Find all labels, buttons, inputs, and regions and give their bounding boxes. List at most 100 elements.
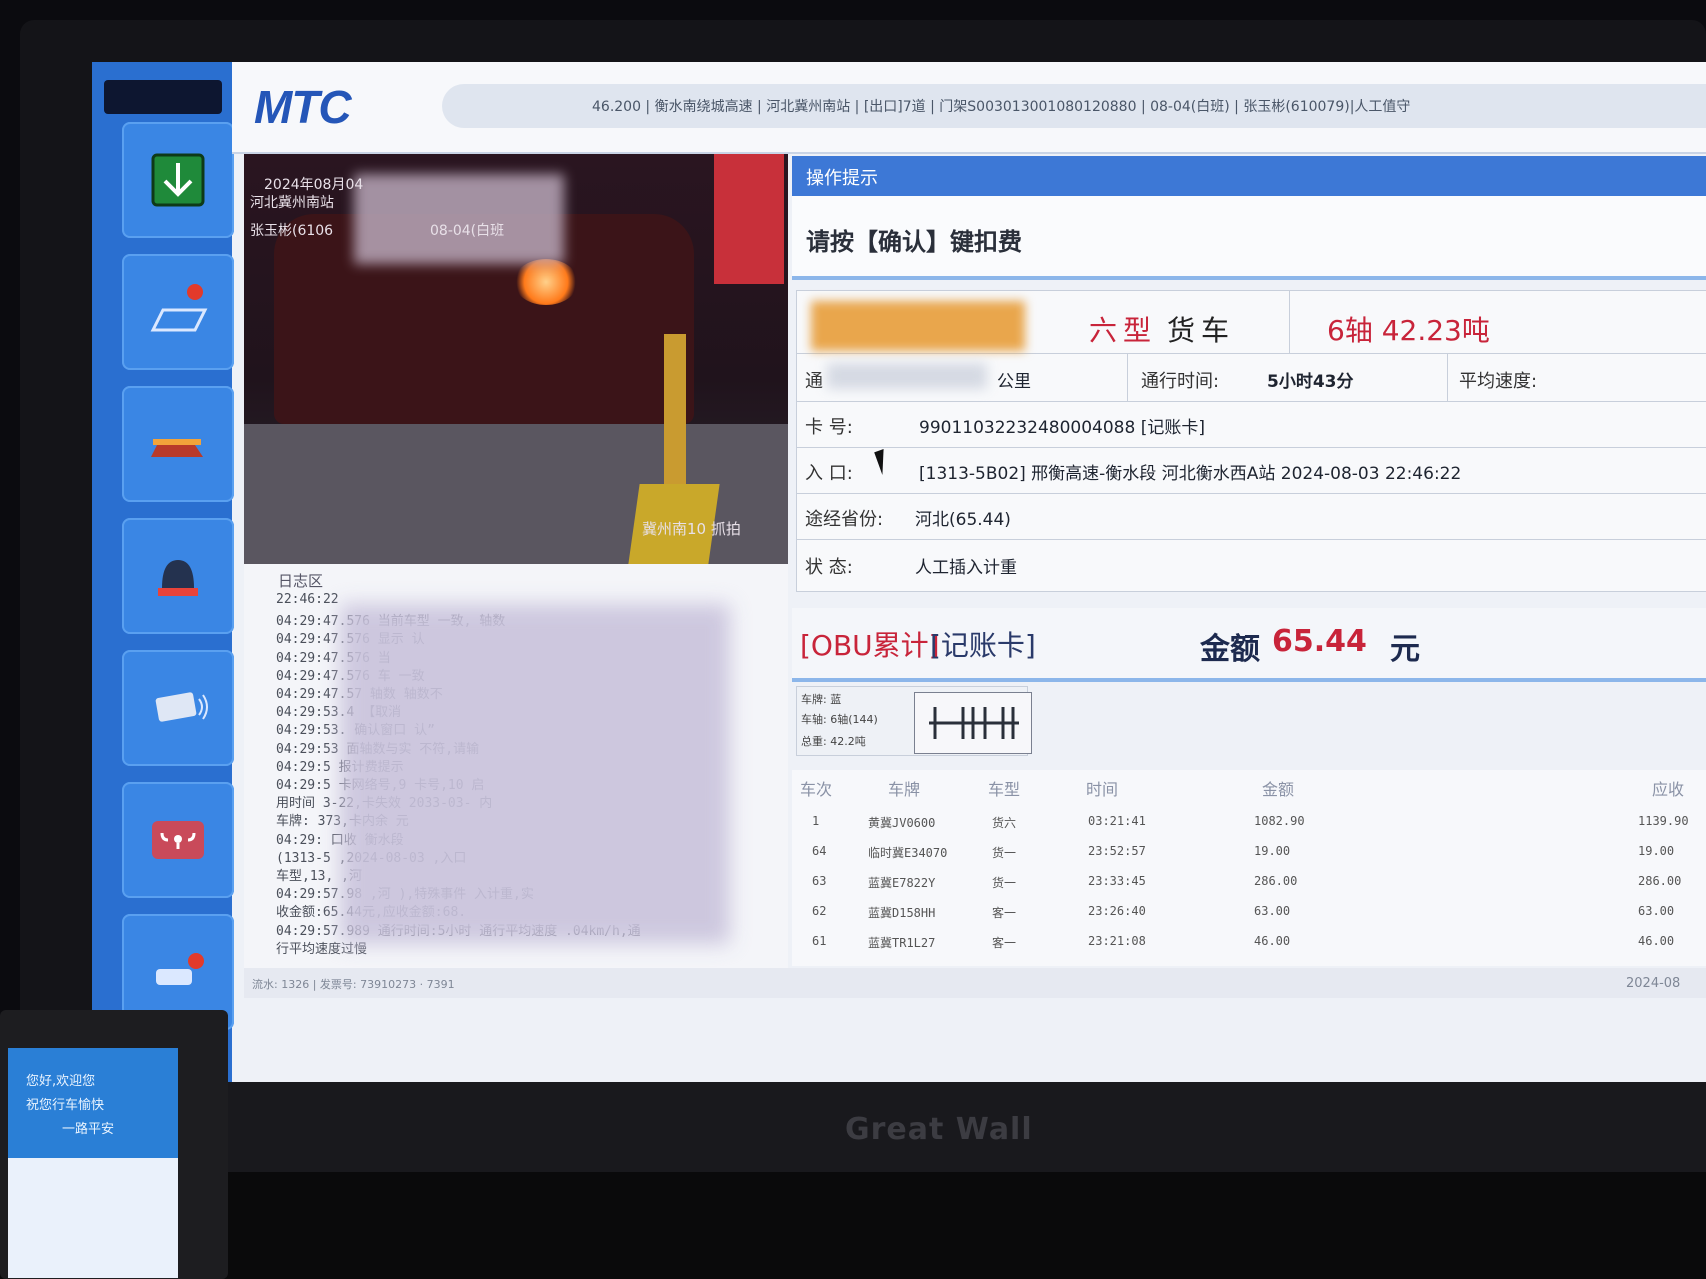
table-cell: 蓝冀E7822Y	[868, 876, 936, 890]
sidebar	[92, 62, 234, 1082]
table-cell: 临时冀E34070	[868, 846, 948, 860]
overlay-station: 河北冀州南站	[250, 195, 334, 211]
vehicle-info-grid: 六型 货车 6轴 42.23吨 通 公里 通行时间: 5小时43分 平均速度: …	[796, 290, 1706, 592]
camera-snapshot: 2024年08月04 河北冀州南站 张玉彬(6106 08-04(白班 冀州南1…	[244, 154, 788, 564]
log-title: 日志区	[278, 572, 324, 590]
overlay-shift: 08-04(白班	[430, 223, 505, 239]
table-cell: 63.00	[1638, 904, 1675, 918]
col-header-due: 应收	[1652, 780, 1685, 799]
table-cell: 1082.90	[1254, 814, 1305, 828]
phone-line-2: 祝您行车愉快	[26, 1098, 105, 1113]
toll-booth-post	[714, 154, 784, 284]
alarm-light-icon	[122, 518, 234, 634]
distance-unit: 公里	[997, 372, 1031, 392]
col-header-time: 时间	[1086, 780, 1119, 799]
table-cell: 286.00	[1638, 874, 1682, 888]
total-weight: 总重: 42.2吨	[801, 735, 866, 748]
phone-line-1: 您好,欢迎您	[26, 1074, 96, 1089]
overlay-date: 2024年08月04	[264, 177, 364, 193]
card-slot-icon	[122, 254, 234, 370]
amount-unit: 元	[1390, 632, 1420, 667]
green-arrow-down-icon	[122, 122, 234, 238]
col-header-plate: 车牌	[888, 780, 921, 799]
table-cell: 货一	[992, 876, 1017, 890]
payment-summary: [OBU累计] [记账卡] 金额 65.44 元	[792, 608, 1706, 682]
table-cell: 1	[812, 814, 820, 828]
footer-date: 2024-08	[1626, 976, 1681, 991]
table-cell: 蓝冀D158HH	[868, 906, 936, 920]
monitor-brand: Great Wall	[845, 1112, 1033, 1147]
phone-device: 您好,欢迎您 祝您行车愉快 一路平安	[0, 1010, 228, 1279]
obu-tag: [OBU累计]	[800, 629, 940, 662]
distance-row: 通 公里 通行时间: 5小时43分 平均速度:	[797, 353, 1706, 402]
op-hint-title: 操作提示	[806, 168, 878, 189]
table-cell: 黄冀JV0600	[868, 816, 936, 830]
entry-label: 入 口:	[805, 463, 853, 484]
privacy-mosaic	[827, 363, 987, 389]
table-cell: 61	[812, 934, 827, 948]
table-cell: 46.00	[1638, 934, 1675, 948]
barrier-gate-icon	[122, 386, 234, 502]
card-reader-button[interactable]	[122, 254, 234, 370]
card-label: 卡 号:	[805, 417, 853, 438]
sidebar-status-bar	[104, 80, 222, 114]
table-cell: 蓝冀TR1L27	[868, 936, 936, 950]
avg-speed-label: 平均速度:	[1459, 371, 1538, 392]
table-cell: 客一	[992, 936, 1017, 950]
contactless-card-icon	[122, 650, 234, 766]
table-cell: 03:21:41	[1088, 814, 1146, 828]
status-row: 状 态: 人工插入计重	[797, 539, 1706, 589]
table-cell: 63.00	[1254, 904, 1291, 918]
vehicle-type: 六型	[1089, 314, 1158, 347]
etc-antenna-button[interactable]	[122, 782, 234, 898]
status-label: 状 态:	[805, 557, 853, 578]
status-value: 人工插入计重	[915, 558, 1017, 578]
province-label: 途经省份:	[805, 509, 884, 530]
phone-screen: 您好,欢迎您 祝您行车愉快 一路平安	[8, 1048, 178, 1278]
table-cell: 63	[812, 874, 827, 888]
card-type-tag: [记账卡]	[930, 629, 1036, 662]
table-cell: 64	[812, 844, 827, 858]
privacy-mosaic	[340, 604, 730, 944]
footer-left: 流水: 1326 | 发票号: 73910273 · 7391	[252, 978, 455, 991]
vehicle-category: 货车	[1167, 314, 1236, 347]
card-row: 卡 号: 99011032232480004088 [记账卡]	[797, 401, 1706, 448]
table-cell: 货一	[992, 846, 1017, 860]
travel-time-label: 通行时间:	[1141, 371, 1220, 392]
table-cell: 46.00	[1254, 934, 1291, 948]
card-pay-button[interactable]	[122, 650, 234, 766]
col-header-type: 车型	[988, 780, 1021, 799]
phone-line-3: 一路平安	[62, 1122, 115, 1137]
travel-time: 5小时43分	[1267, 372, 1354, 392]
barrier-button[interactable]	[122, 386, 234, 502]
transaction-history-table[interactable]: 车次 车牌 车型 时间 金额 应收 1 黄冀JV0600 货六 03:21:41 108…	[792, 770, 1706, 966]
entry-row: 入 口: [1313-5B02] 邢衡高速-衡水段 河北衡水西A站 2024-0…	[797, 447, 1706, 494]
op-hint-message: 请按【确认】键扣费	[806, 228, 1022, 256]
desk	[0, 1172, 1706, 1279]
card-number: 99011032232480004088 [记账卡]	[919, 418, 1205, 438]
province-value: 河北(65.44)	[915, 510, 1011, 530]
lane-status-bar: 46.200 | 衡水南绕城高速 | 河北冀州南站 | [出口]7道 | 门架S…	[442, 84, 1706, 128]
vehicle-type-row: 六型 货车 6轴 42.23吨	[797, 291, 1706, 354]
entry-station: [1313-5B02] 邢衡高速-衡水段 河北衡水西A站 2024-08-03 …	[919, 464, 1462, 484]
table-cell: 23:52:57	[1088, 844, 1146, 858]
table-cell: 19.00	[1254, 844, 1291, 858]
table-cell: 19.00	[1638, 844, 1675, 858]
barrier-pole	[664, 334, 686, 494]
table-cell: 23:33:45	[1088, 874, 1146, 888]
amount-label: 金额	[1200, 632, 1260, 667]
amount-value: 65.44	[1272, 624, 1367, 659]
log-panel[interactable]: 日志区 22:46:2204:29:47.576 当前车型 一致, 轴数04:2…	[244, 564, 788, 974]
capture-caption: 冀州南10 抓拍	[642, 520, 741, 538]
col-header-seq: 车次	[800, 780, 833, 799]
overlay-operator: 张玉彬(6106	[250, 223, 334, 239]
distance-label: 通	[805, 371, 823, 392]
alarm-button[interactable]	[122, 518, 234, 634]
table-cell: 62	[812, 904, 827, 918]
plate-color: 车牌: 蓝	[801, 693, 842, 706]
etc-signal-icon	[122, 782, 234, 898]
axle-count: 车轴: 6轴(144)	[801, 713, 878, 726]
table-cell: 货六	[992, 816, 1017, 830]
privacy-mosaic	[354, 174, 564, 264]
lane-down-button[interactable]	[122, 122, 234, 238]
